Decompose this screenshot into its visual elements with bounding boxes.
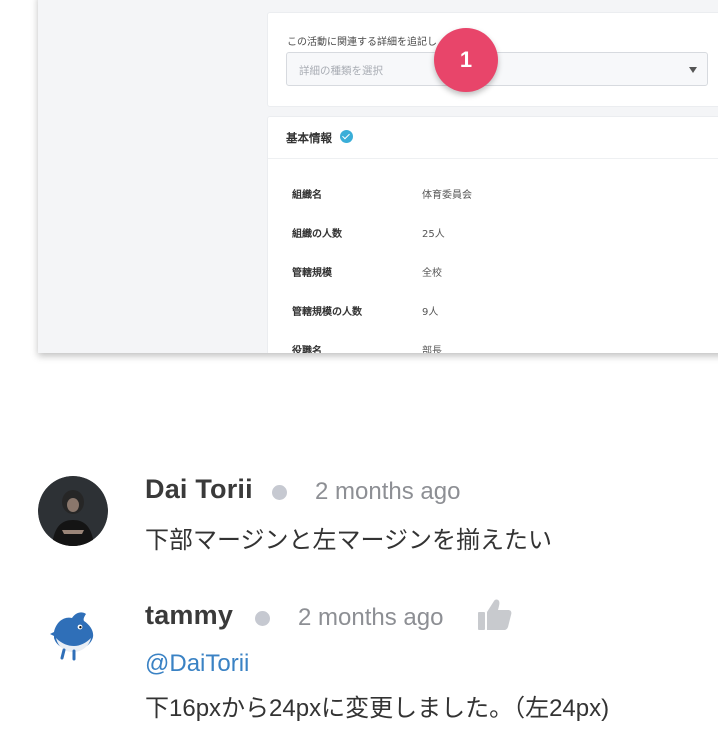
info-row-value: 部長	[422, 346, 442, 353]
info-row-value: 全校	[422, 268, 442, 279]
check-circle-icon	[340, 130, 353, 143]
info-row-value: 体育委員会	[422, 190, 472, 201]
detail-type-placeholder: 詳細の種類を選択	[299, 65, 383, 77]
annotation-number-badge: 1	[434, 28, 498, 92]
comment-text: 下部マージンと左マージンを揃えたい	[145, 527, 553, 554]
avatar[interactable]	[38, 600, 108, 670]
comment-text: 下16pxから24pxに変更しました。（左24px)	[145, 695, 610, 722]
info-row-label: 管轄規模の人数	[292, 307, 362, 318]
info-row: 組織の人数 25人	[268, 225, 718, 241]
comment-timestamp[interactable]: 2 months ago	[298, 604, 443, 632]
comment-author[interactable]: Dai Torii	[145, 474, 253, 505]
info-row: 管轄規模の人数 9人	[268, 303, 718, 319]
thumbs-up-icon[interactable]	[477, 598, 513, 632]
caret-down-icon	[689, 67, 697, 73]
info-row-label: 管轄規模	[292, 268, 332, 279]
person-photo-icon	[38, 476, 108, 546]
comment-author[interactable]: tammy	[145, 600, 233, 631]
info-row-label: 組織の人数	[292, 229, 342, 240]
info-row-value: 9人	[422, 307, 439, 318]
comment-timestamp[interactable]: 2 months ago	[315, 478, 460, 506]
basic-info-card: 基本情報 組織名 体育委員会 組織の人数 25人 管轄規模 全校 管轄規模の人数…	[267, 116, 718, 353]
presence-dot	[255, 611, 270, 626]
info-row: 管轄規模 全校	[268, 264, 718, 280]
avatar[interactable]	[38, 476, 108, 546]
info-row-value: 25人	[422, 229, 445, 240]
info-row-label: 役職名	[292, 346, 322, 353]
info-row: 役職名 部長	[268, 342, 718, 353]
detail-hint-text: この活動に関連する詳細を追記し	[287, 37, 437, 48]
mention-link[interactable]: @DaiTorii	[145, 650, 249, 678]
info-row-label: 組織名	[292, 190, 322, 201]
embedded-screenshot: この活動に関連する詳細を追記し 詳細の種類を選択 基本情報 組織名 体育委員会 …	[38, 0, 718, 353]
basic-info-title: 基本情報	[286, 131, 332, 145]
info-row: 組織名 体育委員会	[268, 186, 718, 202]
bird-avatar-icon	[38, 600, 108, 670]
basic-info-header: 基本情報	[268, 117, 718, 159]
presence-dot	[272, 485, 287, 500]
